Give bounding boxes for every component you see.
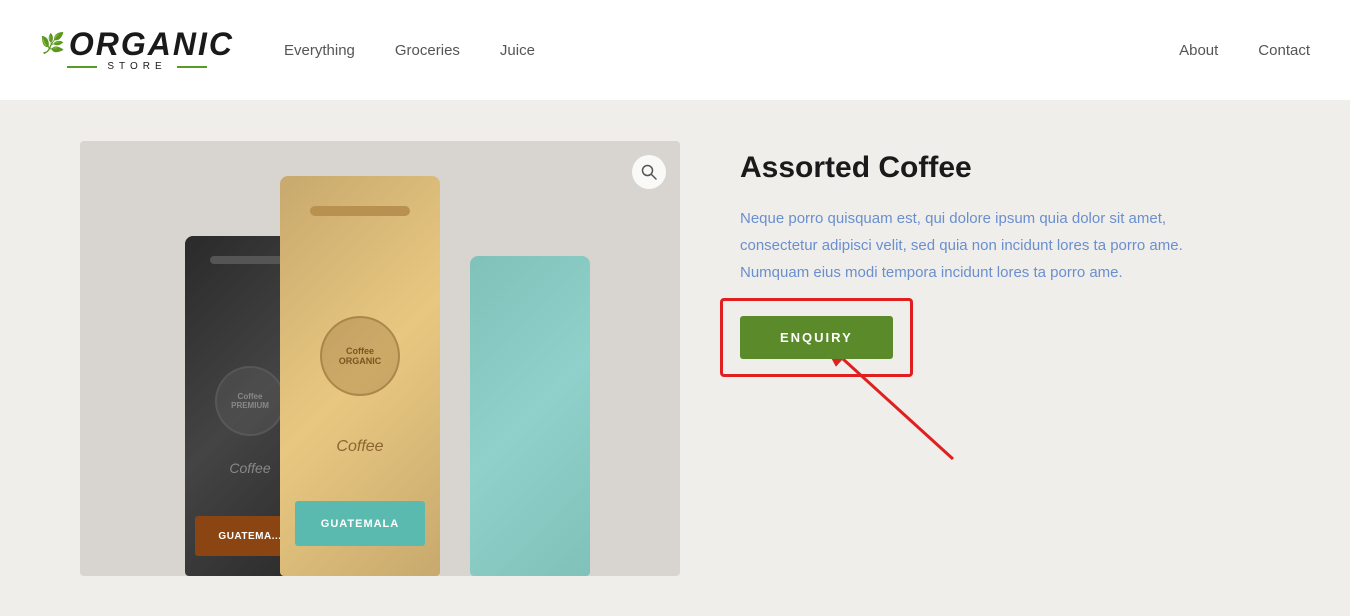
nav-about[interactable]: About [1179, 42, 1218, 59]
product-description: Neque porro quisquam est, qui dolore ips… [740, 205, 1220, 286]
header-right: About Contact [1179, 42, 1310, 59]
nav-juice[interactable]: Juice [500, 42, 535, 59]
main-nav-left: Everything Groceries Juice [284, 42, 535, 59]
nav-contact[interactable]: Contact [1258, 42, 1310, 59]
zoom-button[interactable] [632, 155, 666, 189]
coffee-bags-scene: CoffeePREMIUM GUATEMA... CoffeeORGANIC G… [80, 141, 680, 576]
bag-dark-seal: CoffeePREMIUM [215, 366, 285, 436]
coffee-bag-teal [470, 256, 590, 576]
site-header: 🌿 ORGANIC STORE Everything Groceries Jui… [0, 0, 1350, 101]
main-content: CoffeePREMIUM GUATEMA... CoffeeORGANIC G… [0, 101, 1350, 616]
site-logo[interactable]: 🌿 ORGANIC STORE [40, 28, 234, 72]
product-image-container: CoffeePREMIUM GUATEMA... CoffeeORGANIC G… [80, 141, 680, 576]
product-title: Assorted Coffee [740, 151, 1270, 185]
enquiry-button[interactable]: ENQUIRY [740, 316, 893, 359]
header-left: 🌿 ORGANIC STORE Everything Groceries Jui… [40, 28, 535, 72]
product-info: Assorted Coffee Neque porro quisquam est… [740, 141, 1270, 359]
bag-tan-seal: CoffeeORGANIC [320, 316, 400, 396]
nav-everything[interactable]: Everything [284, 42, 355, 59]
coffee-bag-tan: CoffeeORGANIC GUATEMALA [280, 176, 440, 576]
bag-tan-label: GUATEMALA [295, 501, 425, 546]
logo-text-store: STORE [107, 62, 166, 72]
enquiry-wrapper: ENQUIRY [740, 316, 893, 359]
nav-groceries[interactable]: Groceries [395, 42, 460, 59]
logo-text-organic: ORGANIC [69, 28, 234, 60]
red-arrow [813, 349, 973, 469]
logo-icon: 🌿 [40, 34, 65, 54]
